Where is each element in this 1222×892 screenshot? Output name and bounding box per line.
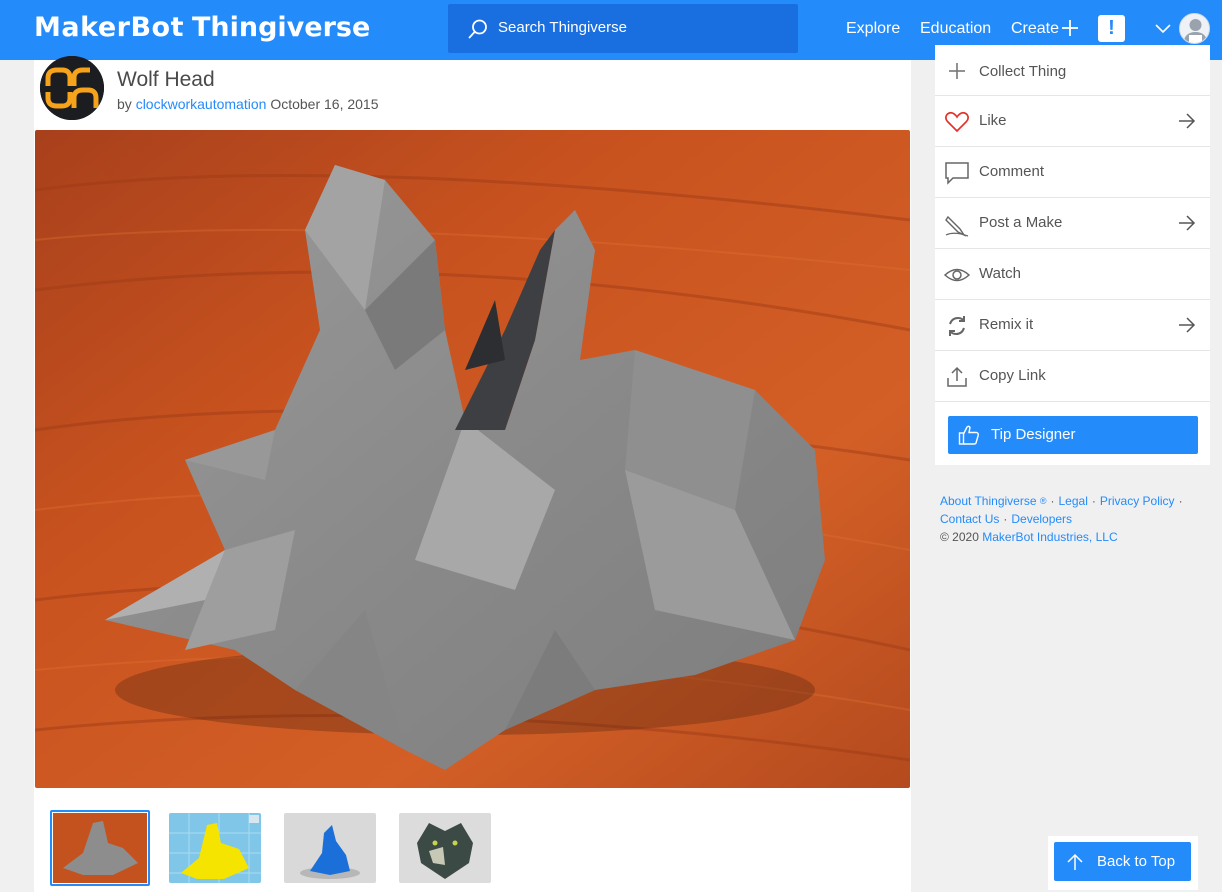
plus-icon xyxy=(949,63,965,79)
footer-developers-link[interactable]: Developers xyxy=(1011,512,1072,526)
tip-designer-button[interactable]: Tip Designer xyxy=(948,416,1198,454)
default-avatar-icon xyxy=(1180,14,1209,43)
back-to-top-button[interactable]: Back to Top xyxy=(1054,842,1191,881)
chevron-down-icon[interactable] xyxy=(1154,21,1172,35)
arrow-right-icon xyxy=(1179,317,1196,333)
wolf-head-photo xyxy=(35,130,910,788)
search-icon xyxy=(468,19,487,39)
thumbnail-photo-wolf-head xyxy=(53,813,147,883)
action-label: Post a Make xyxy=(979,214,1063,231)
action-label: Watch xyxy=(979,265,1021,282)
publish-date: October 16, 2015 xyxy=(270,96,379,112)
brand-thingiverse: Thingiverse xyxy=(191,12,371,43)
registered-mark: ® xyxy=(1039,496,1047,506)
search-input[interactable]: Search Thingiverse xyxy=(498,19,627,37)
arrow-right-icon xyxy=(1179,215,1196,231)
back-to-top-label: Back to Top xyxy=(1097,853,1176,870)
remix-icon xyxy=(949,316,965,336)
heart-icon xyxy=(945,111,969,133)
thing-title: Wolf Head xyxy=(117,68,215,91)
thumbnail-1[interactable] xyxy=(50,810,150,886)
arrow-right-icon xyxy=(1179,113,1196,129)
footer-contact-link[interactable]: Contact Us xyxy=(940,512,999,526)
thumbnail-3[interactable] xyxy=(284,813,376,883)
eye-icon xyxy=(944,268,970,282)
footer-company-link[interactable]: MakerBot Industries, LLC xyxy=(982,530,1117,544)
nav-education[interactable]: Education xyxy=(920,19,991,39)
user-avatar[interactable] xyxy=(1179,13,1210,44)
main-thing-image[interactable] xyxy=(35,130,910,788)
thumbs-up-icon xyxy=(958,425,979,445)
thumbnail-painted-wolf xyxy=(399,813,491,883)
footer-links: About Thingiverse ® · Legal · Privacy Policy… xyxy=(940,494,1183,544)
nav-create[interactable]: Create xyxy=(1011,19,1059,39)
arrow-up-icon xyxy=(1067,853,1083,870)
action-like[interactable]: Like xyxy=(935,96,1210,147)
thumbnail-blue-render xyxy=(284,813,376,883)
action-post-a-make[interactable]: Post a Make xyxy=(935,198,1210,249)
action-comment[interactable]: Comment xyxy=(935,147,1210,198)
byline: by clockworkautomation October 16, 2015 xyxy=(117,95,379,113)
tip-designer-label: Tip Designer xyxy=(991,426,1076,443)
footer-about-link[interactable]: About Thingiverse xyxy=(940,494,1037,508)
thingiverse-logo[interactable]: MakerBot Thingiverse xyxy=(34,10,370,45)
comment-icon xyxy=(945,162,969,185)
search-bar[interactable]: Search Thingiverse xyxy=(448,4,798,53)
creator-link[interactable]: clockworkautomation xyxy=(136,96,267,112)
action-label: Remix it xyxy=(979,316,1034,333)
creator-avatar[interactable] xyxy=(40,56,104,120)
creator-logo-icon xyxy=(40,56,104,120)
action-copy-link[interactable]: Copy Link xyxy=(935,351,1210,402)
create-plus-icon[interactable] xyxy=(1061,19,1079,37)
action-label: Copy Link xyxy=(979,367,1046,384)
thumbnail-2[interactable] xyxy=(169,813,261,883)
share-icon xyxy=(947,366,967,387)
nav-explore[interactable]: Explore xyxy=(846,19,900,39)
action-remix-it[interactable]: Remix it xyxy=(935,300,1210,351)
notifications-alert-icon[interactable]: ! xyxy=(1098,15,1125,42)
pencil-icon xyxy=(945,215,969,237)
action-label: Collect Thing xyxy=(979,63,1067,80)
action-label: Comment xyxy=(979,163,1045,180)
brand-makerbot: MakerBot xyxy=(34,12,184,43)
copyright-text: © 2020 xyxy=(940,530,979,544)
action-label: Like xyxy=(979,112,1007,129)
thumbnail-yellow-slicer xyxy=(169,813,261,883)
action-watch[interactable]: Watch xyxy=(935,249,1210,300)
thumbnail-4[interactable] xyxy=(399,813,491,883)
byline-prefix: by xyxy=(117,96,132,112)
footer-legal-link[interactable]: Legal xyxy=(1059,494,1088,508)
footer-privacy-link[interactable]: Privacy Policy xyxy=(1100,494,1175,508)
action-collect-thing[interactable]: Collect Thing xyxy=(935,45,1210,96)
